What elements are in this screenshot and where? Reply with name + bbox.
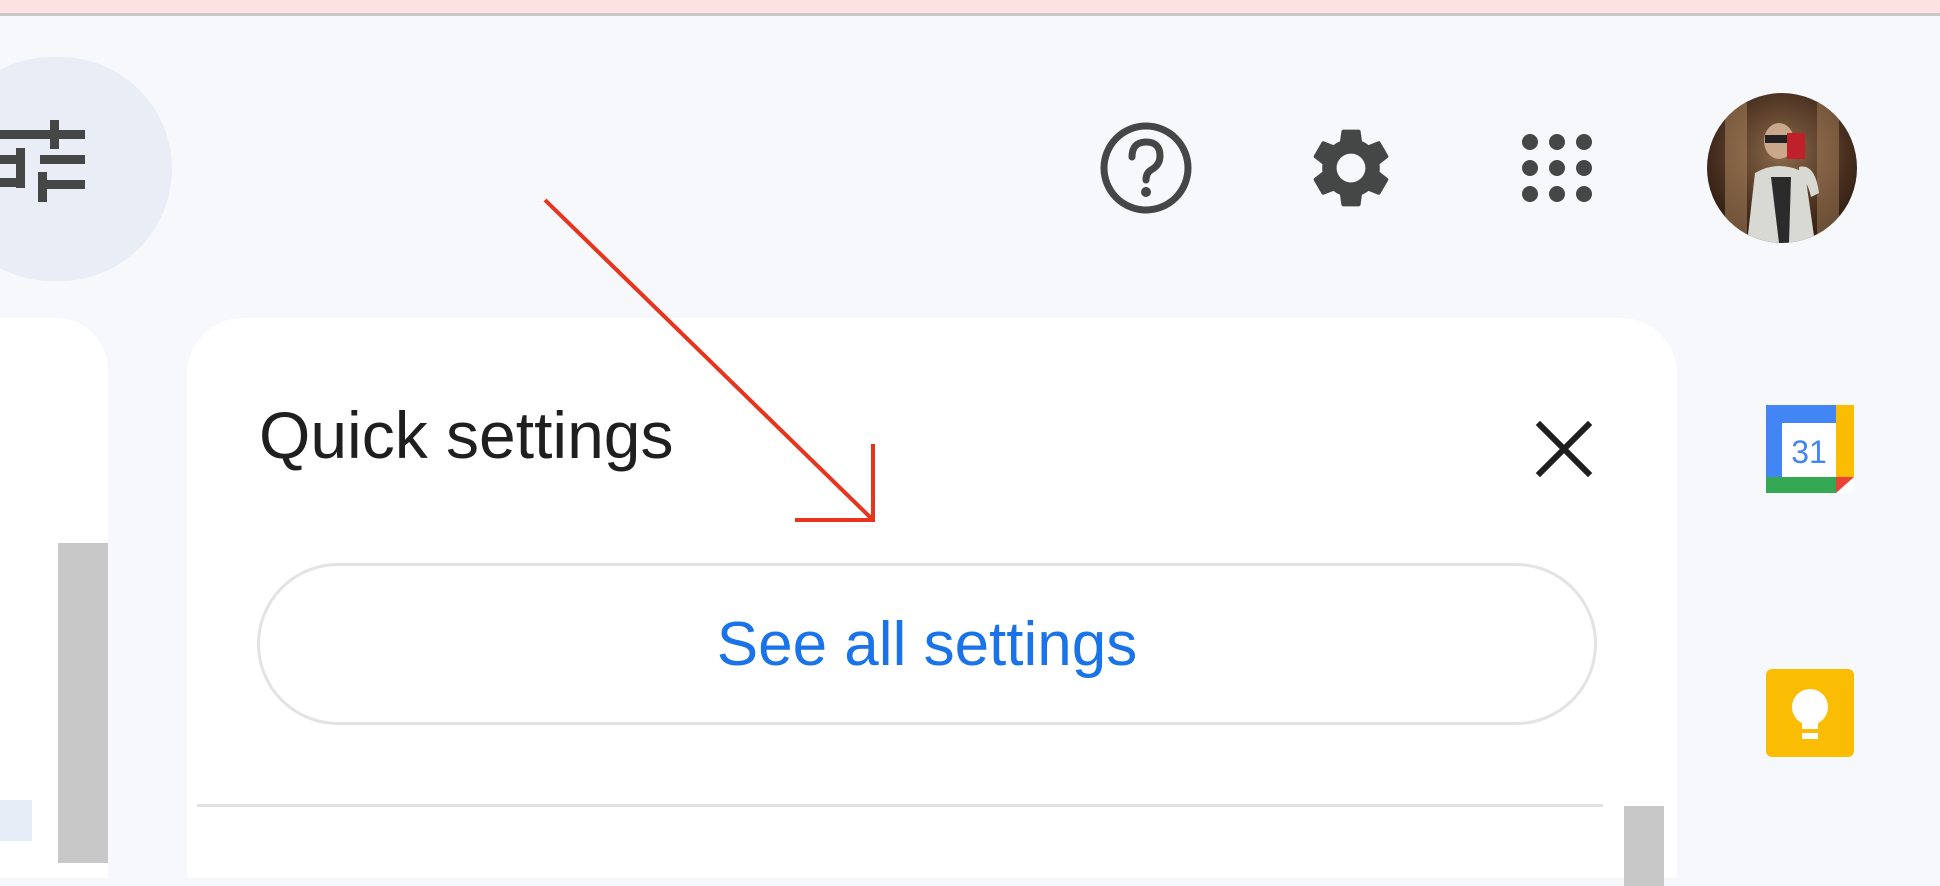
panel-scrollbar[interactable] xyxy=(1624,806,1664,886)
panel-title: Quick settings xyxy=(259,398,674,472)
message-list-scrollbar[interactable] xyxy=(58,543,108,863)
settings-button[interactable] xyxy=(1303,122,1399,218)
calendar-icon: 31 xyxy=(1766,405,1854,493)
section-divider xyxy=(197,804,1603,807)
apps-grid-icon xyxy=(1509,120,1605,221)
help-icon xyxy=(1098,120,1194,221)
calendar-app-button[interactable]: 31 xyxy=(1764,403,1856,495)
avatar[interactable] xyxy=(1707,93,1857,243)
browser-top-strip xyxy=(0,0,1940,16)
selected-row-edge xyxy=(0,800,32,841)
close-button[interactable] xyxy=(1519,406,1609,496)
keep-app-button[interactable] xyxy=(1764,667,1856,759)
close-icon xyxy=(1534,419,1594,484)
tune-icon[interactable] xyxy=(0,120,90,210)
see-all-settings-button[interactable]: See all settings xyxy=(257,563,1597,725)
calendar-date: 31 xyxy=(1791,434,1827,470)
quick-settings-panel: Quick settings See all settings xyxy=(187,318,1677,886)
gear-icon xyxy=(1303,120,1399,221)
apps-button[interactable] xyxy=(1509,122,1605,218)
keep-icon xyxy=(1766,669,1854,757)
help-button[interactable] xyxy=(1098,122,1194,218)
